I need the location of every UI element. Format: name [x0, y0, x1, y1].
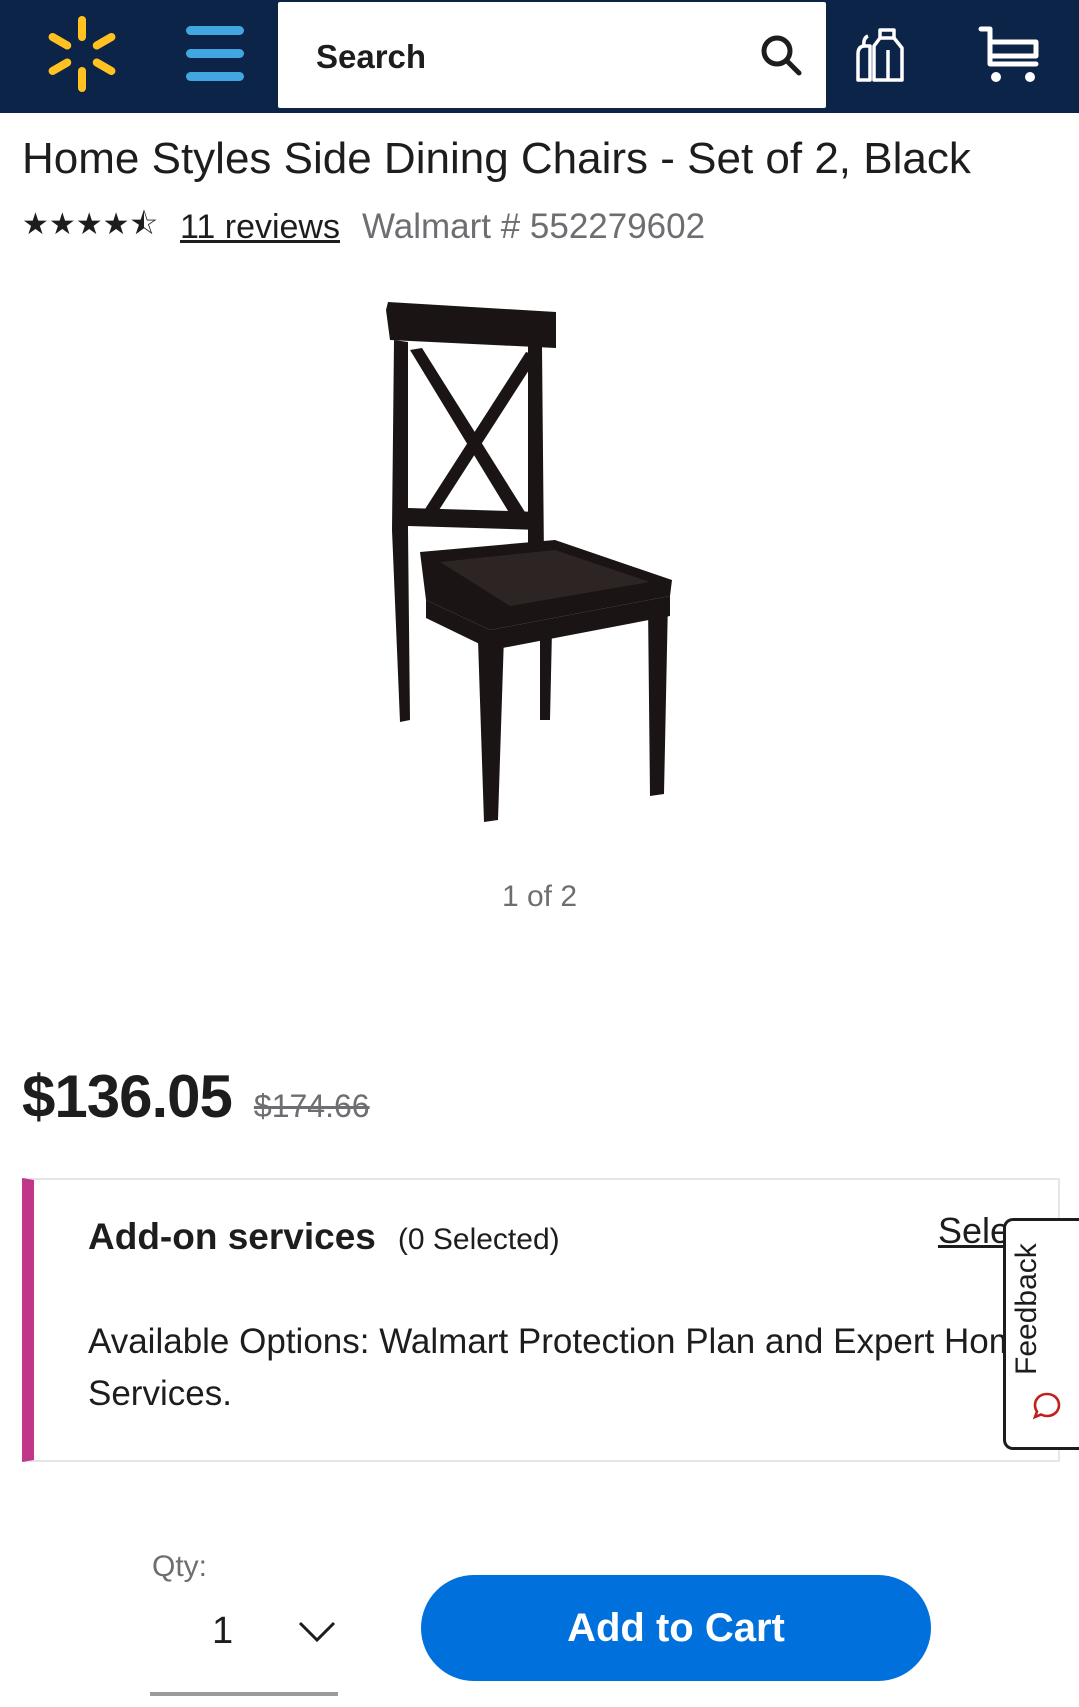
addon-header: Add-on services (0 Selected) — [88, 1216, 560, 1258]
was-price: $174.66 — [253, 1088, 370, 1124]
image-counter: 1 of 2 — [501, 880, 578, 913]
addon-description: Available Options: Walmart Protection Pl… — [88, 1322, 1038, 1413]
product-meta: ★★★★⯪ 11 reviews Walmart # 552279602 — [22, 202, 705, 252]
addon-services-card: Add-on services (0 Selected) Select Avai… — [22, 1178, 1060, 1462]
rating-stars: ★★★★⯪ — [22, 207, 158, 241]
current-price: $136.05 — [22, 1063, 233, 1130]
walmart-spark-icon[interactable] — [42, 14, 122, 94]
add-to-cart-button[interactable]: Add to Cart — [421, 1575, 931, 1681]
qty-select[interactable]: 1 — [150, 1602, 338, 1698]
walmart-number: Walmart # 552279602 — [362, 207, 706, 246]
product-image[interactable] — [380, 300, 710, 845]
grocery-icon[interactable] — [850, 26, 914, 86]
qty-underline — [150, 1692, 338, 1696]
menu-icon[interactable] — [186, 26, 244, 82]
search-box — [278, 2, 826, 108]
chevron-down-icon — [298, 1621, 336, 1643]
feedback-label: Feedback — [1010, 1243, 1043, 1375]
cart-icon[interactable] — [978, 24, 1042, 86]
search-icon[interactable] — [758, 32, 804, 78]
product-title: Home Styles Side Dining Chairs - Set of … — [22, 134, 971, 183]
reviews-link[interactable]: 11 reviews — [180, 208, 340, 247]
qty-label: Qty: — [152, 1550, 208, 1583]
search-input[interactable] — [314, 28, 718, 86]
addon-selected-count: (0 Selected) — [397, 1223, 560, 1256]
feedback-tab[interactable]: Feedback — [1003, 1218, 1079, 1450]
qty-value: 1 — [212, 1610, 234, 1652]
header-bar — [0, 0, 1079, 113]
price-block: $136.05 $174.66 — [22, 1062, 370, 1131]
addon-title: Add-on services — [88, 1216, 376, 1257]
chat-bubble-icon — [1032, 1392, 1061, 1420]
